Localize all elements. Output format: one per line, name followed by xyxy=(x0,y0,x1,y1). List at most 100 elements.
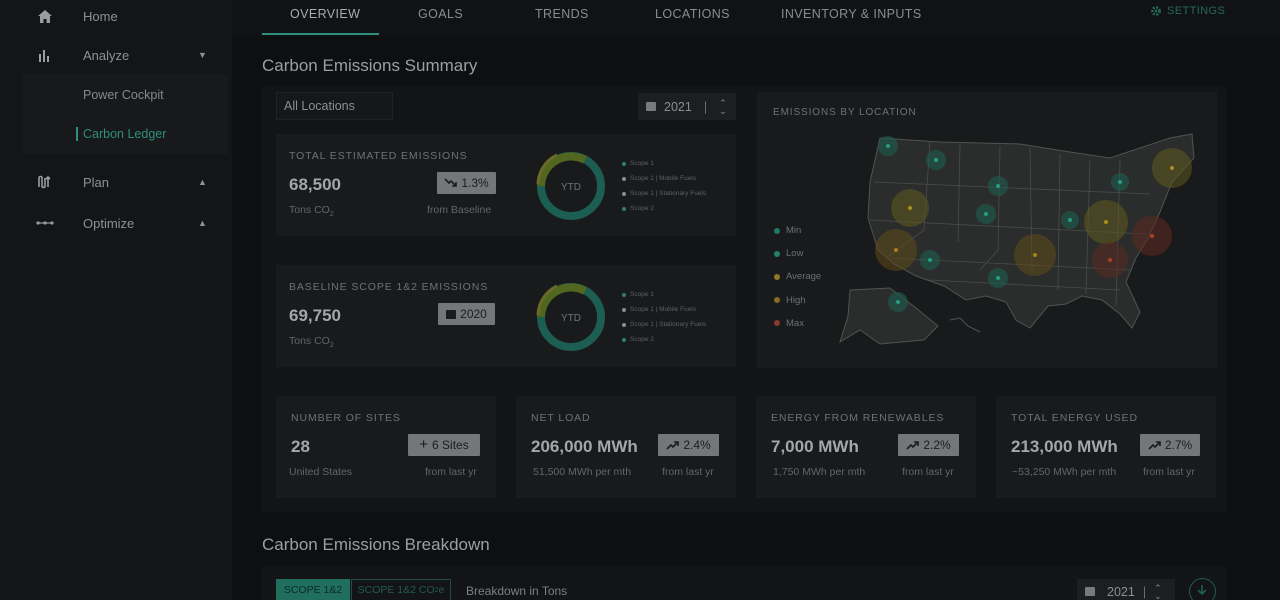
chevron-up-icon: ▲ xyxy=(198,177,207,187)
calendar-icon xyxy=(1085,587,1095,596)
kpi-sub: United States xyxy=(289,466,353,478)
sidebar-item-home[interactable]: Home xyxy=(0,7,232,25)
stepper-icon: ⌃ ⌄ xyxy=(1154,582,1162,600)
map-legend: Min Low Average High Max xyxy=(774,219,821,335)
sidebar-item-plan[interactable]: Plan ▲ xyxy=(0,173,232,191)
calendar-icon xyxy=(446,309,457,319)
legend-item: Max xyxy=(774,312,821,335)
total-emissions-note: from Baseline xyxy=(427,204,492,216)
chevron-up-icon: ▲ xyxy=(198,218,207,228)
trend-down-icon xyxy=(444,178,458,187)
legend-item: Low xyxy=(774,242,821,265)
kpi-badge: 2.7% xyxy=(1140,434,1200,456)
total-emissions-badge: 1.3% xyxy=(437,172,496,194)
kpi-sub: 51,500 MWh per mth xyxy=(533,466,632,478)
total-emissions-caption: TOTAL ESTIMATED EMISSIONS xyxy=(289,150,468,162)
tab-scope-1-2-co2e[interactable]: SCOPE 1&2 CO 2 e xyxy=(351,579,451,600)
sidebar-subitem-power-cockpit[interactable]: Power Cockpit xyxy=(83,88,164,102)
baseline-unit: Tons CO2 xyxy=(289,335,334,350)
gear-icon xyxy=(1151,6,1161,16)
sidebar-item-label: Plan xyxy=(83,174,110,190)
legend-item: Scope 1 | Stationary Fuels xyxy=(622,186,706,201)
kpi-note: from last yr xyxy=(1143,466,1195,478)
settings-button[interactable]: SETTINGS xyxy=(1150,5,1225,17)
divider: | xyxy=(703,99,708,114)
legend-item: Scope 1 xyxy=(622,287,706,302)
plan-icon xyxy=(36,173,54,191)
legend-item: Scope 1 xyxy=(622,156,706,171)
year-select[interactable]: 2021 | ⌃ ⌄ xyxy=(638,93,736,120)
baseline-caption: BASELINE SCOPE 1&2 EMISSIONS xyxy=(289,281,489,293)
total-emissions-unit: Tons CO2 xyxy=(289,204,334,219)
tab-trends[interactable]: TRENDS xyxy=(535,7,589,21)
kpi-badge: +6 Sites xyxy=(408,434,480,456)
trend-up-icon xyxy=(666,441,680,450)
trend-up-icon xyxy=(906,441,920,450)
tab-scope-1-2[interactable]: SCOPE 1&2 xyxy=(276,579,350,600)
tab-locations[interactable]: LOCATIONS xyxy=(655,7,730,21)
kpi-value: 206,000 MWh xyxy=(531,437,638,456)
kpi-value: 28 xyxy=(291,437,310,456)
sidebar-subitem-carbon-ledger[interactable]: Carbon Ledger xyxy=(83,127,166,141)
legend-item: Scope 2 xyxy=(622,332,706,347)
donut-center-label: YTD xyxy=(561,313,581,324)
kpi-value: 7,000 MWh xyxy=(771,437,859,456)
legend-item: Scope 2 xyxy=(622,201,706,216)
plus-icon: + xyxy=(419,436,429,453)
legend-item: Min xyxy=(774,219,821,242)
tab-goals[interactable]: GOALS xyxy=(418,7,463,21)
optimize-icon xyxy=(36,214,54,232)
baseline-year-badge: 2020 xyxy=(438,303,495,325)
kpi-note: from last yr xyxy=(662,466,714,478)
sidebar-item-optimize[interactable]: Optimize ▲ xyxy=(0,214,232,232)
location-select[interactable]: All Locations xyxy=(276,92,393,120)
breakdown-title: Carbon Emissions Breakdown xyxy=(262,535,490,554)
home-icon xyxy=(36,7,54,25)
legend-item: High xyxy=(774,289,821,312)
chevron-down-icon: ▼ xyxy=(198,50,207,60)
map-caption: EMISSIONS BY LOCATION xyxy=(773,107,917,118)
kpi-note: from last yr xyxy=(425,466,477,478)
analyze-submenu xyxy=(22,74,228,154)
year-value: 2021 xyxy=(664,99,692,114)
calendar-icon xyxy=(646,102,656,111)
kpi-caption: NUMBER OF SITES xyxy=(291,412,401,424)
sidebar: Home Analyze ▼ Power Cockpit Carbon Ledg… xyxy=(0,0,232,600)
total-donut-chart: YTD xyxy=(536,152,605,220)
us-map xyxy=(839,133,1195,345)
kpi-caption: TOTAL ENERGY USED xyxy=(1011,412,1138,424)
kpi-note: from last yr xyxy=(902,466,954,478)
active-tab-indicator xyxy=(262,33,379,35)
settings-label: SETTINGS xyxy=(1167,5,1226,17)
donut-center-label: YTD xyxy=(561,182,581,193)
year-value: 2021 xyxy=(1107,584,1135,599)
sidebar-item-analyze[interactable]: Analyze ▼ xyxy=(0,46,232,64)
top-nav xyxy=(232,0,1280,36)
download-icon xyxy=(1197,585,1207,596)
legend-item: Scope 1 | Stationary Fuels xyxy=(622,317,706,332)
baseline-donut-chart: YTD xyxy=(536,283,605,351)
kpi-badge: 2.2% xyxy=(898,434,959,456)
kpi-badge: 2.4% xyxy=(658,434,719,456)
tab-inventory-inputs[interactable]: INVENTORY & INPUTS xyxy=(781,7,922,21)
breakdown-year-select[interactable]: 2021 | ⌃ ⌄ xyxy=(1077,579,1175,600)
trend-up-icon xyxy=(1148,441,1161,450)
kpi-value: 213,000 MWh xyxy=(1011,437,1118,456)
stepper-icon: ⌃ ⌄ xyxy=(719,97,727,116)
kpi-sub: ~53,250 MWh per mth xyxy=(1012,466,1117,478)
total-donut-legend: Scope 1 Scope 1 | Mobile Fuels Scope 1 |… xyxy=(622,156,706,216)
active-indicator xyxy=(76,127,78,141)
sidebar-item-label: Analyze xyxy=(83,47,130,63)
summary-title: Carbon Emissions Summary xyxy=(262,56,478,75)
baseline-value: 69,750 xyxy=(289,306,341,325)
divider: | xyxy=(1142,584,1147,599)
download-button[interactable] xyxy=(1189,578,1216,600)
legend-item: Scope 1 | Mobile Fuels xyxy=(622,171,706,186)
legend-item: Scope 1 | Mobile Fuels xyxy=(622,302,706,317)
sidebar-item-label: Home xyxy=(83,8,118,24)
baseline-donut-legend: Scope 1 Scope 1 | Mobile Fuels Scope 1 |… xyxy=(622,287,706,347)
tab-overview[interactable]: OVERVIEW xyxy=(290,7,360,21)
kpi-caption: NET LOAD xyxy=(531,412,591,424)
kpi-sub: 1,750 MWh per mth xyxy=(773,466,866,478)
sidebar-item-label: Optimize xyxy=(83,215,135,231)
